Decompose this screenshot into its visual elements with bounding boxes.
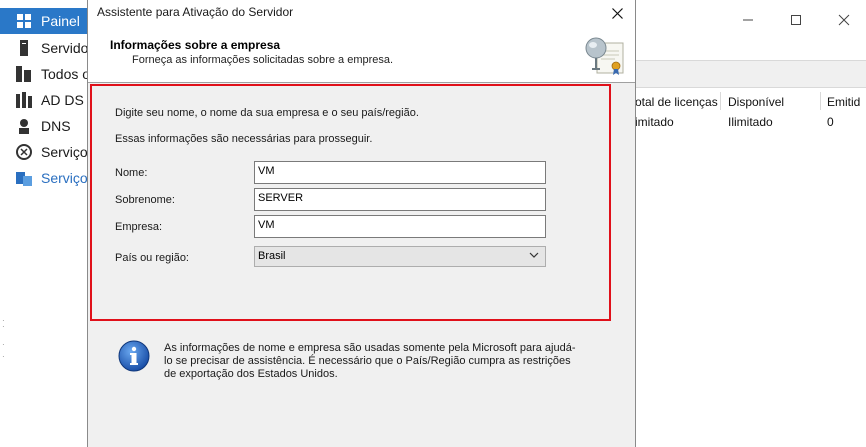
- background-window: otal de licenças Disponível Emitid imita…: [635, 0, 866, 447]
- background-toolbar-band: [635, 60, 866, 88]
- certificate-globe-icon: [585, 37, 624, 75]
- wizard-header: Informações sobre a empresa Forneça as i…: [88, 27, 635, 83]
- sidebar-scroll-marks: · · · ·: [2, 316, 5, 361]
- sidebar-item-label: Serviços: [41, 144, 90, 160]
- dialog-title: Assistente para Ativação do Servidor: [97, 5, 294, 19]
- table-cell: Ilimitado: [728, 115, 773, 129]
- country-select[interactable]: Brasil: [254, 246, 546, 267]
- column-header[interactable]: Disponível: [728, 95, 784, 109]
- sidebar-item-label: Painel: [41, 13, 80, 29]
- all-servers-icon: [15, 65, 33, 83]
- table-cell: imitado: [635, 115, 674, 129]
- ad-ds-icon: [15, 91, 33, 109]
- sidebar-item-label: Servido: [41, 40, 89, 56]
- sidebar-item-label: Serviços: [41, 170, 90, 186]
- minimize-icon[interactable]: [740, 12, 756, 28]
- surname-label: Sobrenome:: [115, 194, 175, 206]
- sidebar-item-painel[interactable]: Painel: [0, 8, 90, 34]
- chevron-down-icon: [529, 252, 539, 258]
- table-cell: 0: [827, 115, 834, 129]
- table-row[interactable]: imitado Ilimitado 0: [635, 112, 866, 132]
- sidebar-item-todos-servidores[interactable]: Todos o: [0, 61, 90, 87]
- country-select-value: Brasil: [258, 250, 286, 262]
- wizard-step-subtitle: Forneça as informações solicitadas sobre…: [132, 54, 394, 66]
- country-label: País ou região:: [115, 252, 189, 264]
- table-header-row: otal de licenças Disponível Emitid: [635, 92, 866, 112]
- screen: Painel Servido Todos o AD DS DNS Serviço…: [0, 0, 866, 447]
- column-header[interactable]: Emitid: [827, 95, 860, 109]
- column-divider: [820, 92, 821, 110]
- activation-wizard-dialog: Assistente para Ativação do Servidor Inf…: [87, 0, 636, 447]
- dns-icon: [15, 117, 33, 135]
- column-divider: [720, 92, 721, 110]
- column-header[interactable]: otal de licenças: [635, 95, 718, 109]
- info-notice: As informações de nome e empresa são usa…: [164, 342, 576, 380]
- sidebar-item-label: Todos o: [41, 66, 90, 82]
- company-label: Empresa:: [115, 221, 163, 233]
- server-icon: [15, 39, 33, 57]
- background-titlebar: [635, 0, 866, 42]
- dashboard-icon: [15, 12, 33, 30]
- sidebar-item-dns[interactable]: DNS: [0, 113, 90, 139]
- sidebar-item-servicos-2[interactable]: Serviços: [0, 165, 90, 191]
- sidebar-item-servicos-1[interactable]: Serviços: [0, 139, 90, 165]
- name-label: Nome:: [115, 167, 148, 179]
- intro-text-line2: Essas informações são necessárias para p…: [115, 133, 373, 145]
- close-icon[interactable]: [836, 12, 852, 28]
- sidebar-item-label: DNS: [41, 118, 71, 134]
- name-field[interactable]: VM: [254, 161, 546, 184]
- file-services-icon: [15, 169, 33, 187]
- sidebar-item-ad-ds[interactable]: AD DS: [0, 87, 90, 113]
- surname-field[interactable]: SERVER: [254, 188, 546, 211]
- server-manager-sidebar: Painel Servido Todos o AD DS DNS Serviço…: [0, 0, 90, 447]
- info-icon: [118, 340, 150, 372]
- dialog-titlebar: Assistente para Ativação do Servidor: [88, 0, 635, 27]
- maximize-icon[interactable]: [788, 12, 804, 28]
- close-icon[interactable]: [607, 3, 627, 23]
- licenses-table: otal de licenças Disponível Emitid imita…: [635, 92, 866, 132]
- services-icon: [15, 143, 33, 161]
- sidebar-item-servidor-local[interactable]: Servido: [0, 35, 90, 61]
- company-field[interactable]: VM: [254, 215, 546, 238]
- sidebar-item-label: AD DS: [41, 92, 84, 108]
- intro-text-line1: Digite seu nome, o nome da sua empresa e…: [115, 107, 419, 119]
- wizard-step-title: Informações sobre a empresa: [110, 38, 281, 52]
